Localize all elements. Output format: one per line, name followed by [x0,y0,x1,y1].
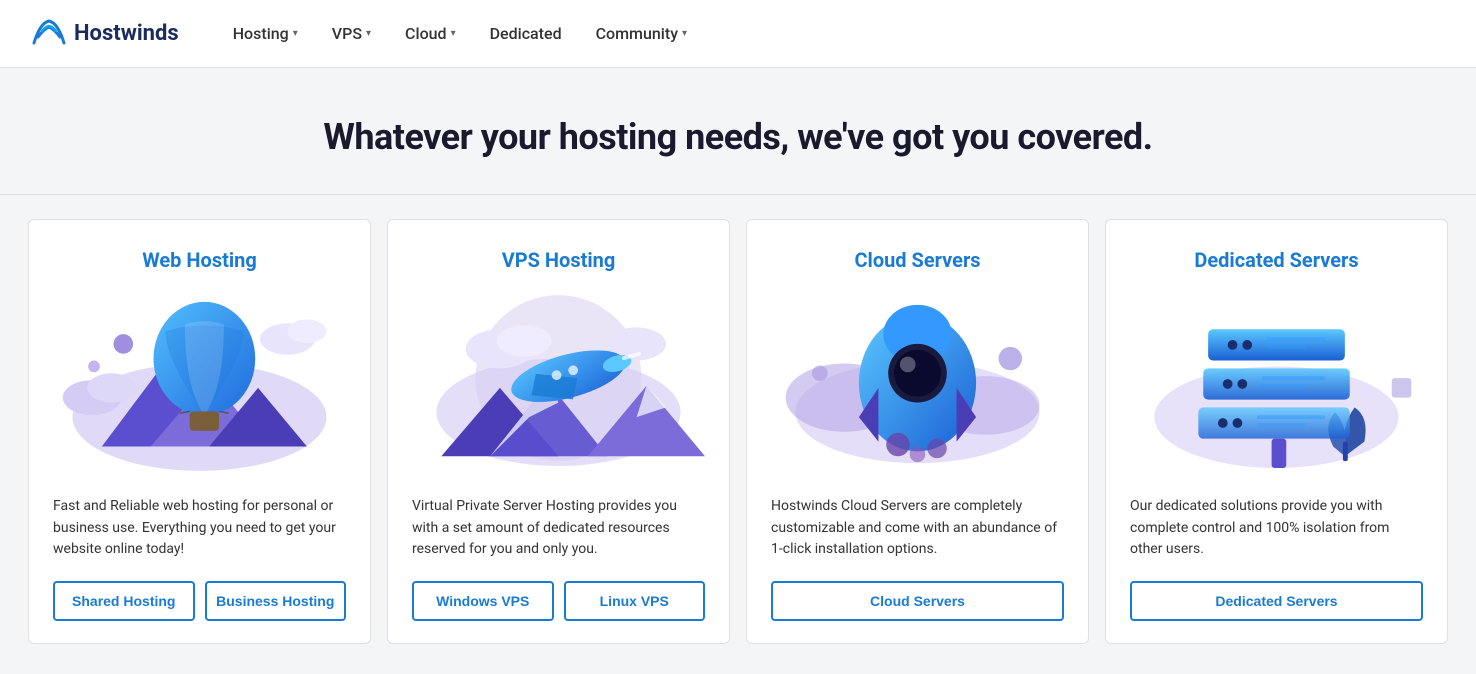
chevron-down-icon: ▾ [682,28,687,39]
card-desc-web-hosting: Fast and Reliable web hosting for person… [53,496,346,561]
hero-headline: Whatever your hosting needs, we've got y… [20,116,1456,158]
chevron-down-icon: ▾ [366,28,371,39]
card-buttons-cloud-servers: Cloud Servers [771,581,1064,621]
logo[interactable]: Hostwinds [30,15,179,53]
cards-grid: Web Hosting [28,219,1448,644]
card-web-hosting: Web Hosting [28,219,371,644]
card-image-cloud-servers [771,288,1064,478]
card-cloud-servers: Cloud Servers [746,219,1089,644]
card-buttons-web-hosting: Shared Hosting Business Hosting [53,581,346,621]
nav-hosting[interactable]: Hosting ▾ [219,16,312,51]
shared-hosting-button[interactable]: Shared Hosting [53,581,195,621]
windows-vps-button[interactable]: Windows VPS [412,581,554,621]
nav-menu: Hosting ▾ VPS ▾ Cloud ▾ Dedicated Commun… [219,16,701,51]
card-buttons-vps-hosting: Windows VPS Linux VPS [412,581,705,621]
card-desc-vps-hosting: Virtual Private Server Hosting provides … [412,496,705,561]
cards-section: Web Hosting [0,195,1476,674]
logo-text: Hostwinds [74,21,179,46]
card-buttons-dedicated-servers: Dedicated Servers [1130,581,1423,621]
cloud-servers-button[interactable]: Cloud Servers [771,581,1064,621]
nav-community[interactable]: Community ▾ [582,16,701,51]
card-image-web-hosting [53,288,346,478]
card-title-cloud-servers: Cloud Servers [771,248,1064,272]
business-hosting-button[interactable]: Business Hosting [205,581,347,621]
card-title-vps-hosting: VPS Hosting [412,248,705,272]
card-vps-hosting: VPS Hosting [387,219,730,644]
card-image-dedicated-servers [1130,288,1423,478]
nav-cloud[interactable]: Cloud ▾ [391,16,470,51]
card-title-web-hosting: Web Hosting [53,248,346,272]
dedicated-servers-button[interactable]: Dedicated Servers [1130,581,1423,621]
navbar: Hostwinds Hosting ▾ VPS ▾ Cloud ▾ Dedica… [0,0,1476,68]
nav-vps[interactable]: VPS ▾ [318,16,385,51]
card-desc-cloud-servers: Hostwinds Cloud Servers are completely c… [771,496,1064,561]
card-image-vps-hosting [412,288,705,478]
card-dedicated-servers: Dedicated Servers [1105,219,1448,644]
chevron-down-icon: ▾ [451,28,456,39]
card-desc-dedicated-servers: Our dedicated solutions provide you with… [1130,496,1423,561]
chevron-down-icon: ▾ [293,28,298,39]
nav-dedicated[interactable]: Dedicated [476,16,576,51]
linux-vps-button[interactable]: Linux VPS [564,581,706,621]
card-title-dedicated-servers: Dedicated Servers [1130,248,1423,272]
hero-section: Whatever your hosting needs, we've got y… [0,68,1476,195]
